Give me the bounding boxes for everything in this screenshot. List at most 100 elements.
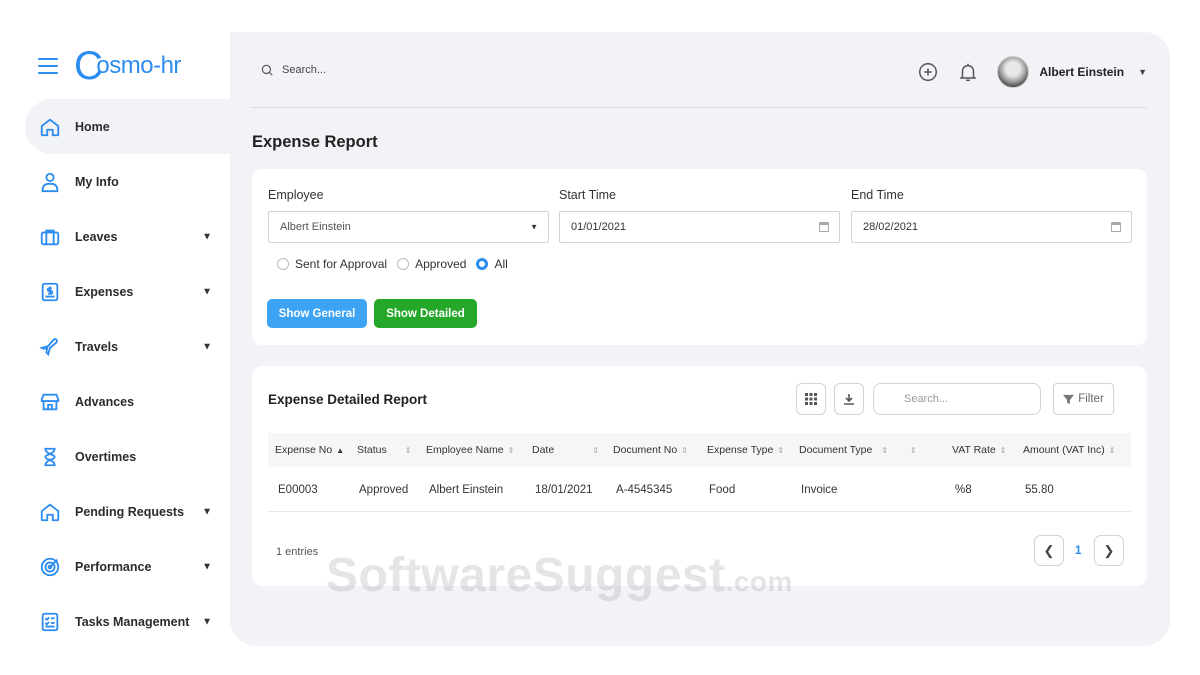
cell-expense-no: E00003 (278, 484, 318, 496)
show-general-button[interactable]: Show General (267, 299, 367, 328)
chevron-down-icon[interactable]: ▼ (1138, 67, 1147, 77)
filter-card: Employee Albert Einstein ▼ Start Time 01… (252, 169, 1147, 345)
sidebar-item-label: Advances (75, 394, 135, 409)
col-date[interactable]: Date ⇕ (532, 444, 599, 456)
sort-icon: ⇕ (507, 446, 515, 455)
sidebar-item-pending-requests[interactable]: Pending Requests ▼ (25, 484, 230, 539)
cell-date: 18/01/2021 (535, 484, 593, 496)
show-detailed-button[interactable]: Show Detailed (374, 299, 477, 328)
main-panel: Search... Albert Einstein ▼ Expense Repo… (230, 32, 1170, 646)
sidebar-item-tasks-management[interactable]: Tasks Management ▼ (25, 594, 230, 649)
sort-icon: ⇕ (910, 446, 917, 455)
page-number[interactable]: 1 (1075, 545, 1081, 557)
target-icon (39, 556, 61, 578)
employee-label: Employee (268, 188, 324, 202)
sort-icon: ⇕ (777, 446, 785, 455)
chevron-down-icon: ▼ (202, 231, 212, 242)
column-label: VAT Rate (952, 444, 996, 456)
sidebar-item-label: Home (75, 119, 110, 134)
user-name[interactable]: Albert Einstein (1039, 65, 1124, 79)
radio-indicator (397, 258, 410, 270)
topbar-actions: Albert Einstein ▼ (917, 56, 1147, 88)
start-time-label: Start Time (559, 188, 616, 202)
sidebar-item-my-info[interactable]: My Info (25, 154, 230, 209)
radio-indicator (476, 258, 489, 270)
radio-all[interactable]: All (476, 257, 508, 271)
search-icon (261, 64, 273, 76)
caret-down-icon: ▼ (530, 222, 538, 232)
col-document-no[interactable]: Document No ⇕ (613, 444, 688, 456)
table-row[interactable]: E00003 Approved Albert Einstein 18/01/20… (268, 474, 1131, 512)
prev-page-button[interactable]: ❮ (1034, 535, 1064, 566)
avatar[interactable] (997, 56, 1030, 88)
user-icon (39, 171, 61, 193)
col-amount[interactable]: Amount (VAT Inc) ⇕ (1023, 444, 1115, 456)
global-search[interactable]: Search... (260, 63, 326, 77)
end-time-label: End Time (851, 188, 904, 202)
chevron-left-icon: ❮ (1043, 542, 1055, 558)
sidebar-item-label: Pending Requests (75, 504, 185, 519)
expense-icon (39, 281, 61, 303)
briefcase-icon (39, 226, 61, 248)
cell-expense-type: Food (709, 484, 736, 496)
col-document-type[interactable]: Document Type ⇕ (799, 444, 888, 456)
sidebar-nav: Home My Info Leaves ▼ Expenses ▼ Travels… (25, 99, 230, 649)
radio-label: Sent for Approval (295, 257, 388, 271)
radio-approved[interactable]: Approved (397, 257, 466, 271)
logo-text: osmo-hr (96, 52, 181, 79)
sidebar-item-expenses[interactable]: Expenses ▼ (25, 264, 230, 319)
home-outline-icon (39, 501, 61, 523)
logo[interactable]: C osmo-hr (74, 46, 181, 86)
start-time-field[interactable]: 01/01/2021 (559, 211, 840, 243)
sidebar-item-label: Overtimes (75, 449, 137, 464)
col-employee-name[interactable]: Employee Name ⇕ (426, 444, 514, 456)
column-label: Status (357, 444, 387, 456)
sidebar-item-home[interactable]: Home (25, 99, 230, 154)
employee-select-value: Albert Einstein (280, 221, 351, 233)
filter-button-label: Filter (1078, 393, 1104, 405)
column-chooser-button[interactable] (796, 383, 826, 415)
calendar-icon (1111, 222, 1121, 232)
airplane-icon (39, 336, 61, 358)
sidebar-item-label: Leaves (75, 229, 118, 244)
topbar: Search... Albert Einstein ▼ (252, 50, 1147, 108)
col-status[interactable]: Status ⇕ (357, 444, 411, 456)
bell-icon[interactable] (957, 61, 979, 83)
col-unnamed[interactable]: ⇕ (906, 444, 917, 456)
end-time-field[interactable]: 28/02/2021 (851, 211, 1132, 243)
download-icon (844, 394, 854, 405)
employee-select[interactable]: Albert Einstein ▼ (268, 211, 549, 243)
filter-button[interactable]: Filter (1053, 383, 1114, 415)
menu-toggle-icon[interactable] (38, 58, 58, 74)
page-title: Expense Report (252, 133, 378, 151)
download-button[interactable] (834, 383, 864, 415)
sidebar-item-overtimes[interactable]: Overtimes (25, 429, 230, 484)
radio-sent-for-approval[interactable]: Sent for Approval (277, 257, 387, 271)
cell-amount: 55.80 (1025, 484, 1054, 496)
add-circle-icon[interactable] (917, 61, 939, 83)
hourglass-icon (39, 446, 61, 468)
end-time-value: 28/02/2021 (863, 221, 919, 233)
sidebar-item-performance[interactable]: Performance ▼ (25, 539, 230, 594)
entries-count: 1 entries (276, 546, 319, 558)
grid-icon (805, 393, 817, 405)
column-label: Amount (VAT Inc) (1023, 444, 1105, 456)
col-expense-no[interactable]: Expense No ▲ (275, 444, 344, 456)
sort-icon: ⇕ (999, 446, 1007, 455)
sort-asc-icon: ▲ (336, 446, 345, 455)
chevron-right-icon: ❯ (1103, 542, 1115, 558)
sidebar-item-leaves[interactable]: Leaves ▼ (25, 209, 230, 264)
chevron-down-icon: ▼ (202, 616, 212, 627)
col-vat-rate[interactable]: VAT Rate ⇕ (952, 444, 1006, 456)
status-radio-group: Sent for Approval Approved All (277, 257, 518, 271)
calendar-icon (819, 222, 829, 232)
next-page-button[interactable]: ❯ (1094, 535, 1124, 566)
sidebar-item-label: My Info (75, 174, 119, 189)
col-expense-type[interactable]: Expense Type ⇕ (707, 444, 784, 456)
sidebar-item-travels[interactable]: Travels ▼ (25, 319, 230, 374)
column-label: Employee Name (426, 444, 504, 456)
report-title: Expense Detailed Report (268, 392, 428, 407)
start-time-value: 01/01/2021 (571, 221, 627, 233)
sidebar-item-advances[interactable]: Advances (25, 374, 230, 429)
table-search-input[interactable]: Search... (873, 383, 1041, 415)
